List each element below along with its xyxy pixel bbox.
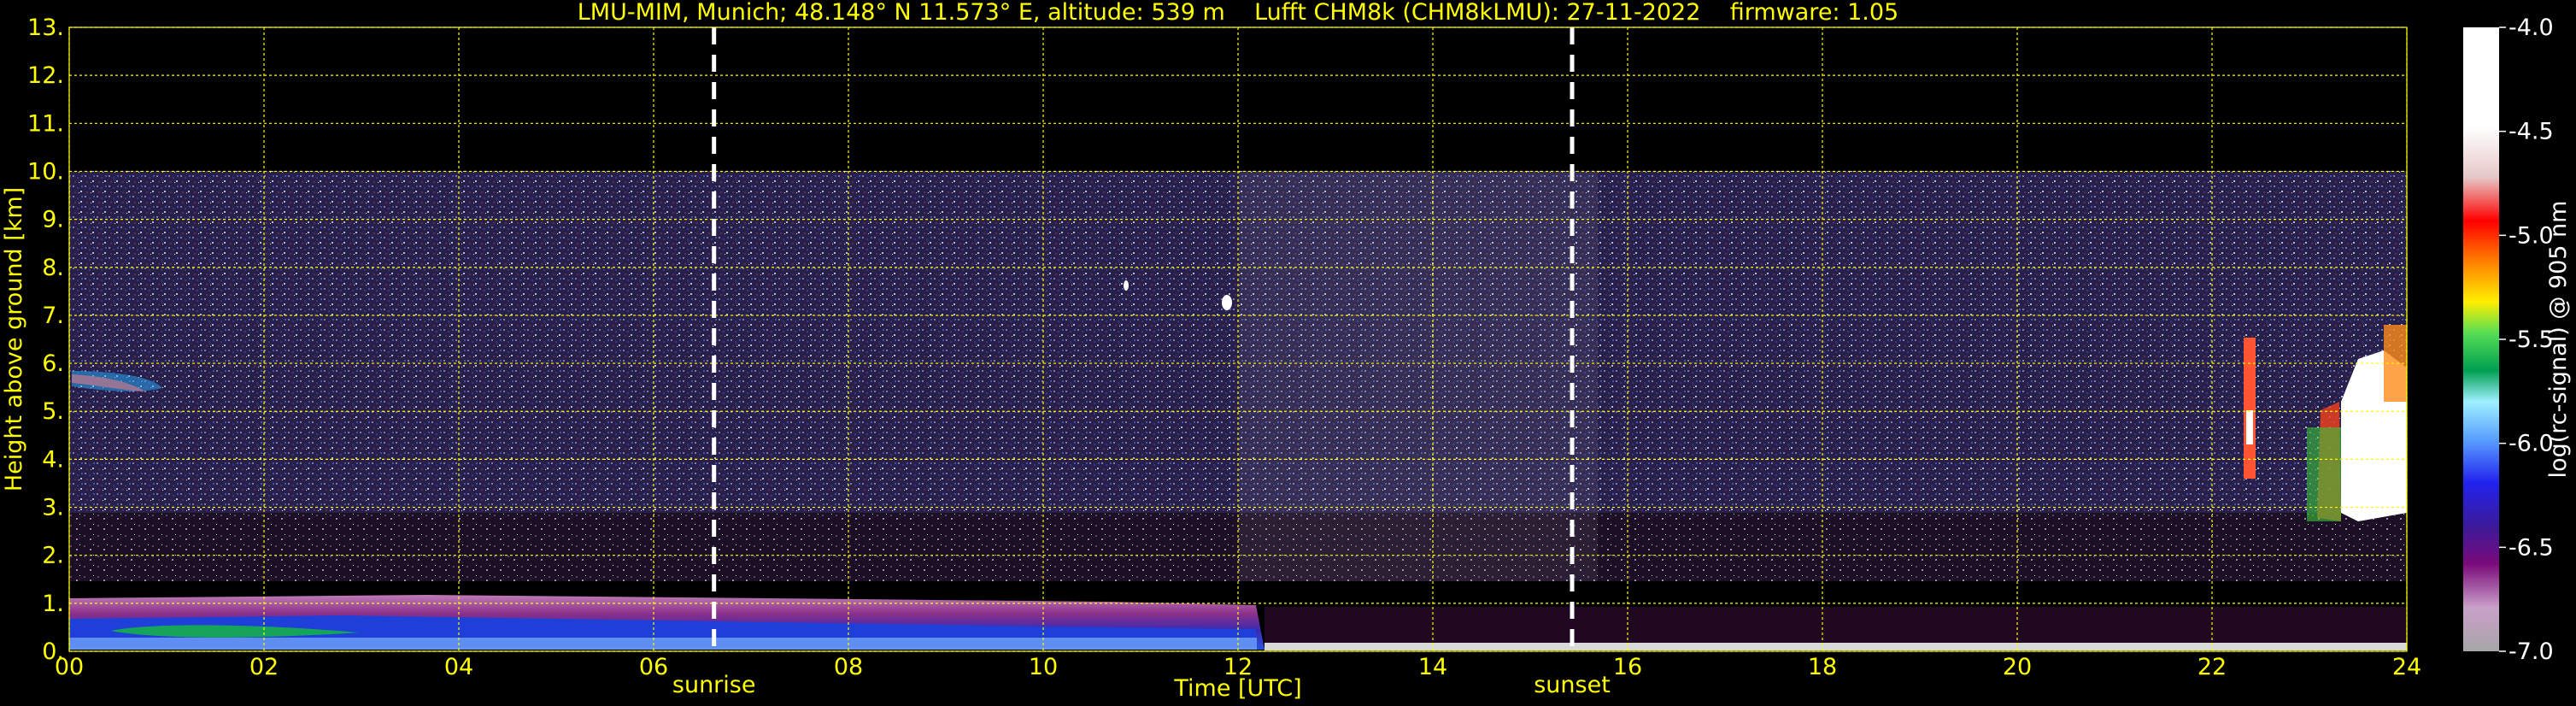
- chart-title: LMU-MIM, Munich; 48.148° N 11.573° E, al…: [578, 0, 1898, 26]
- y-tick-label: 12.: [27, 62, 64, 89]
- y-tick-label: 10.: [27, 158, 64, 185]
- x-tick-label: 08: [834, 654, 863, 680]
- y-tick-label: 9.: [42, 207, 64, 233]
- signal-noise-afternoon: [1239, 171, 1598, 581]
- y-tick-label: 5.: [42, 398, 64, 425]
- x-tick-label: 02: [249, 654, 279, 680]
- sunrise-label: sunrise: [672, 672, 756, 698]
- x-axis-label: Time [UTC]: [1173, 675, 1301, 702]
- sunset-label: sunset: [1534, 672, 1611, 698]
- y-tick-labels: 0.1.2.3.4.5.6.7.8.9.10.11.12.13.: [27, 15, 64, 665]
- colorbar-tick-label: -4.5: [2509, 119, 2554, 145]
- boundary-layer-surface: [69, 638, 1257, 650]
- y-tick-label: 6.: [42, 350, 64, 377]
- colorbar-tick-label: -6.5: [2509, 534, 2554, 561]
- x-tick-label: 18: [1808, 654, 1837, 680]
- y-tick-label: 11.: [27, 110, 64, 137]
- x-tick-label: 06: [639, 654, 668, 680]
- x-tick-label: 24: [2392, 654, 2421, 680]
- x-tick-label: 20: [2003, 654, 2032, 680]
- evening-cloud-22h: [2244, 338, 2256, 479]
- y-tick-label: 8.: [42, 255, 64, 281]
- colorbar: [2463, 27, 2499, 651]
- x-tick-label: 04: [444, 654, 473, 680]
- colorbar-tick-label: -4.0: [2509, 15, 2554, 41]
- x-tick-label: 00: [55, 654, 84, 680]
- y-tick-label: 1.: [42, 591, 64, 617]
- y-tick-label: 7.: [42, 303, 64, 329]
- x-tick-label: 10: [1029, 654, 1058, 680]
- colorbar-tick-label: -7.0: [2509, 638, 2554, 665]
- y-tick-label: 4.: [42, 446, 64, 473]
- ceilometer-chart: 0.1.2.3.4.5.6.7.8.9.10.11.12.13. 00 02 04 0…: [1, 0, 2572, 702]
- surface-layer: [1265, 643, 2407, 650]
- colorbar-label: log(rc-signal) @ 905 nm: [2545, 201, 2572, 479]
- y-axis-label: Height above ground [km]: [1, 187, 27, 491]
- small-cloud-2: [1124, 280, 1129, 291]
- evening-cloud-22h-core: [2246, 410, 2253, 444]
- x-tick-label: 14: [1418, 654, 1447, 680]
- y-tick-label: 13.: [27, 15, 64, 41]
- x-tick-label: 16: [1613, 654, 1642, 680]
- y-tick-label: 2.: [42, 543, 64, 569]
- x-tick-label: 22: [2198, 654, 2227, 680]
- y-tick-label: 3.: [42, 495, 64, 521]
- surface-layer-dark: [1265, 607, 2407, 643]
- small-cloud: [1222, 295, 1232, 310]
